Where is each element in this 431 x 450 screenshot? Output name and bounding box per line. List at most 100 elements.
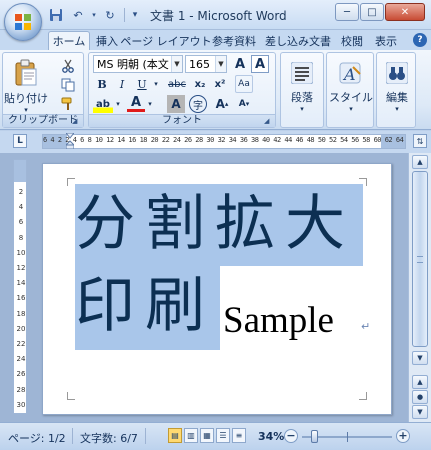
help-button[interactable]: ? (413, 33, 427, 47)
paste-icon (13, 59, 39, 87)
maximize-button[interactable]: □ (360, 3, 384, 21)
document-text-line-1[interactable]: 分割拡大 (75, 188, 355, 260)
web-layout-view-button[interactable]: ▦ (200, 428, 214, 443)
outline-view-button[interactable]: ☰ (216, 428, 230, 443)
clipboard-group: 貼り付け ▾ クリップボード ◢ (2, 52, 84, 128)
change-case-button[interactable]: Aa (235, 75, 253, 93)
status-separator (72, 428, 73, 444)
font-color-button[interactable]: A (127, 95, 145, 112)
vruler-number: 24 (16, 355, 26, 364)
paragraph-dropdown-icon: ▾ (300, 105, 304, 113)
grow-font-2-button[interactable]: A ▴ (213, 95, 231, 113)
vruler-number: 28 (16, 385, 26, 394)
zoom-level[interactable]: 34% (258, 430, 284, 443)
undo-button[interactable]: ↶ (68, 6, 88, 24)
office-logo-icon (15, 14, 31, 30)
document-page[interactable]: 分割拡大 印刷 Sample ↵ (42, 163, 392, 415)
zoom-slider-thumb[interactable] (311, 430, 318, 443)
font-size-value: 165 (189, 57, 210, 71)
redo-button[interactable]: ↻ (100, 6, 120, 24)
next-page-button[interactable]: ▼ (412, 405, 428, 419)
cut-button[interactable] (59, 57, 77, 75)
indent-marker-icon[interactable] (66, 133, 74, 149)
undo-dropdown[interactable]: ▾ (90, 6, 98, 24)
scroll-thumb[interactable] (412, 171, 428, 347)
char-shading-button[interactable]: A (167, 95, 185, 113)
zoom-slider-midmark (347, 432, 348, 442)
page-count[interactable]: ページ: 1/2 (8, 430, 66, 446)
clipboard-launcher-icon[interactable]: ◢ (72, 117, 81, 126)
font-group-label: フォント (89, 114, 275, 127)
font-name-dropdown-icon[interactable]: ▼ (171, 56, 182, 72)
vertical-scrollbar[interactable]: ▲ ▼ ▲ ● ▼ (408, 153, 431, 422)
full-screen-reading-view-button[interactable]: ▥ (184, 428, 198, 443)
paragraph-button[interactable]: 段落 ▾ (281, 55, 323, 113)
font-size-combo[interactable]: 165 ▼ (185, 55, 227, 73)
underline-dropdown-icon[interactable]: ▾ (151, 75, 161, 93)
italic-button[interactable]: I (113, 75, 131, 93)
tab-selector-button[interactable]: L (13, 134, 27, 148)
customize-qat-button[interactable]: ▾ (129, 6, 141, 24)
scroll-grip (417, 256, 423, 263)
paragraph-label: 段落 (291, 91, 313, 104)
highlight-dropdown-icon[interactable]: ▾ (113, 95, 123, 113)
save-icon (50, 9, 62, 21)
subscript-button[interactable]: x₂ (191, 75, 209, 93)
font-name-value: MS 明朝 (本文 (97, 58, 169, 71)
vruler-number: 30 (16, 400, 26, 409)
grow-font-button[interactable]: A (231, 55, 249, 73)
previous-page-button[interactable]: ▲ (412, 375, 428, 389)
ruler-numbers: 6 4 2 2 4 6 8 10 12 14 16 18 20 22 24 26… (43, 136, 405, 144)
vertical-ruler[interactable]: 2468101214161820222426283032 (13, 159, 27, 414)
print-layout-view-button[interactable]: ▤ (168, 428, 182, 443)
font-launcher-icon[interactable]: ◢ (264, 117, 273, 126)
font-color-dropdown-icon[interactable]: ▾ (145, 95, 155, 113)
bold-button[interactable]: B (93, 75, 111, 93)
ruler-row: L 6 4 2 2 4 6 8 10 12 14 16 18 20 22 24 … (0, 131, 431, 153)
vruler-top-margin (14, 160, 26, 182)
view-ruler-button[interactable]: ⇅ (413, 134, 427, 148)
font-name-combo[interactable]: MS 明朝 (本文 ▼ (93, 55, 183, 73)
vruler-number: 2 (18, 188, 24, 196)
close-button[interactable]: ✕ (385, 3, 425, 21)
shrink-font-button[interactable]: A ▾ (235, 95, 253, 113)
minimize-button[interactable]: ─ (335, 3, 359, 21)
zoom-out-button[interactable]: − (284, 429, 298, 443)
format-painter-button[interactable] (59, 95, 77, 113)
editing-label: 編集 (386, 91, 408, 104)
scroll-up-button[interactable]: ▲ (412, 155, 428, 169)
quick-access-toolbar: ↶ ▾ ↻ ▾ (46, 6, 141, 24)
strikethrough-button[interactable]: abc (165, 75, 189, 93)
superscript-button[interactable]: x² (211, 75, 229, 93)
tab-page-layout[interactable]: ページ レイアウト (120, 31, 211, 50)
tab-references[interactable]: 参考資料 (209, 31, 259, 50)
tab-insert[interactable]: 挿入 (92, 31, 122, 50)
tab-review[interactable]: 校閲 (337, 31, 367, 50)
draft-view-button[interactable]: ≡ (232, 428, 246, 443)
editing-button[interactable]: 編集 ▾ (376, 55, 418, 113)
paste-dropdown-arrow[interactable]: ▾ (24, 106, 28, 114)
document-text-sample[interactable]: Sample (223, 299, 334, 342)
copy-button[interactable] (59, 76, 77, 94)
window-controls: ─ □ ✕ (335, 3, 425, 21)
office-button[interactable] (4, 3, 42, 41)
char-border-button[interactable]: A (251, 55, 269, 73)
zoom-in-button[interactable]: + (396, 429, 410, 443)
font-size-dropdown-icon[interactable]: ▼ (215, 56, 226, 72)
browse-object-button[interactable]: ● (412, 390, 428, 404)
underline-button[interactable]: U (133, 75, 151, 93)
tab-view[interactable]: 表示 (371, 31, 401, 50)
tab-mailings[interactable]: 差し込み文書 (262, 31, 334, 50)
horizontal-ruler[interactable]: 6 4 2 2 4 6 8 10 12 14 16 18 20 22 24 26… (42, 134, 406, 149)
enclosed-char-button[interactable]: 字 (189, 95, 207, 113)
paste-button[interactable]: 貼り付け ▾ (4, 55, 48, 114)
tab-home[interactable]: ホーム (48, 31, 90, 50)
styles-button[interactable]: A スタイル ▾ (329, 55, 373, 113)
vruler-number: 8 (18, 233, 24, 242)
scroll-down-button[interactable]: ▼ (412, 351, 428, 365)
word-count[interactable]: 文字数: 6/7 (80, 430, 138, 446)
vruler-number: 26 (16, 370, 26, 379)
save-button[interactable] (46, 6, 66, 24)
highlight-button[interactable]: ab (93, 95, 113, 113)
document-text-line-2[interactable]: 印刷 (75, 270, 215, 342)
